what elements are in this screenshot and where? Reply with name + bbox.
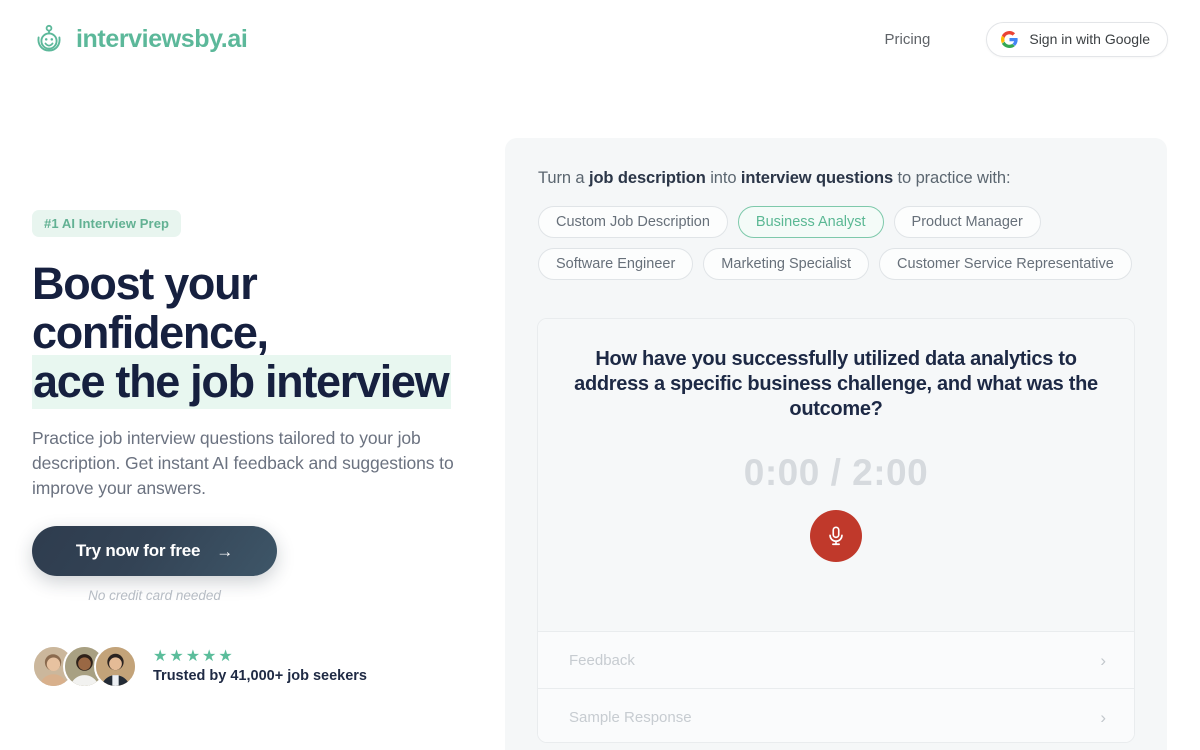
star-rating-icon: ★★★★★ xyxy=(153,648,235,665)
social-proof: ★★★★★ Trusted by 41,000+ job seekers xyxy=(32,645,367,688)
accordion-row-feedback[interactable]: Feedback › xyxy=(538,631,1134,688)
panel-title: Turn a job description into interview qu… xyxy=(538,169,1011,188)
chip-marketing-specialist[interactable]: Marketing Specialist xyxy=(703,248,870,280)
google-g-icon xyxy=(1001,30,1018,48)
demo-panel: Turn a job description into interview qu… xyxy=(505,138,1167,750)
headline-line-3: ace the job interview xyxy=(32,355,452,409)
chevron-right-icon: › xyxy=(1100,650,1106,670)
panel-title-bold-1: job description xyxy=(588,169,706,187)
panel-title-suffix: to practice with: xyxy=(893,169,1011,187)
chip-customer-service-representative[interactable]: Customer Service Representative xyxy=(879,248,1132,280)
try-now-button[interactable]: Try now for free → xyxy=(32,526,277,576)
mic-button-container xyxy=(572,510,1100,562)
google-signin-label: Sign in with Google xyxy=(1029,31,1150,47)
arrow-right-icon: → xyxy=(216,541,234,561)
avatar-group xyxy=(32,645,137,688)
chevron-right-icon: › xyxy=(1100,707,1106,727)
question-card-body: How have you successfully utilized data … xyxy=(538,319,1134,631)
record-mic-button[interactable] xyxy=(810,510,862,562)
google-signin-button[interactable]: Sign in with Google xyxy=(986,21,1168,57)
landing-page: interviewsby.ai Pricing Sign in with Goo… xyxy=(0,0,1200,750)
microphone-icon xyxy=(825,525,847,547)
feedback-label: Feedback xyxy=(569,651,635,669)
social-proof-text: ★★★★★ Trusted by 41,000+ job seekers xyxy=(153,648,367,685)
panel-title-middle: into xyxy=(705,169,741,187)
sample-response-label: Sample Response xyxy=(569,708,692,726)
chip-product-manager[interactable]: Product Manager xyxy=(893,206,1041,238)
trusted-by-label: Trusted by 41,000+ job seekers xyxy=(153,668,367,684)
interview-question: How have you successfully utilized data … xyxy=(574,348,1098,420)
pricing-link[interactable]: Pricing xyxy=(885,31,931,48)
role-chip-group: Custom Job Description Business Analyst … xyxy=(538,206,1138,280)
headline-line-2: confidence, xyxy=(32,307,269,358)
cta-container: Try now for free → No credit card needed xyxy=(32,526,282,603)
chip-custom-job-description[interactable]: Custom Job Description xyxy=(538,206,728,238)
brand[interactable]: interviewsby.ai xyxy=(32,22,248,56)
panel-title-prefix: Turn a xyxy=(538,169,589,187)
recording-timer: 0:00 / 2:00 xyxy=(743,452,929,493)
cta-label: Try now for free xyxy=(75,541,201,560)
avatar xyxy=(94,645,137,688)
hero-subheading: Practice job interview questions tailore… xyxy=(32,428,454,498)
site-header: interviewsby.ai Pricing Sign in with Goo… xyxy=(0,0,1200,78)
chip-software-engineer[interactable]: Software Engineer xyxy=(538,248,694,280)
brand-name: interviewsby.ai xyxy=(76,24,248,53)
accordion-row-sample-response[interactable]: Sample Response › xyxy=(538,688,1134,742)
page-title: Boost your confidence, ace the job inter… xyxy=(32,258,492,409)
chip-business-analyst[interactable]: Business Analyst xyxy=(737,206,884,238)
cta-note: No credit card needed xyxy=(88,588,221,603)
headline-line-1: Boost your xyxy=(32,258,258,309)
hero-badge: #1 AI Interview Prep xyxy=(32,210,182,237)
panel-title-bold-2: interview questions xyxy=(740,169,894,187)
header-actions: Pricing Sign in with Google xyxy=(885,21,1168,57)
hero-section: #1 AI Interview Prep Boost your confiden… xyxy=(32,210,492,603)
question-card: How have you successfully utilized data … xyxy=(537,318,1135,743)
robot-head-icon xyxy=(32,22,66,56)
